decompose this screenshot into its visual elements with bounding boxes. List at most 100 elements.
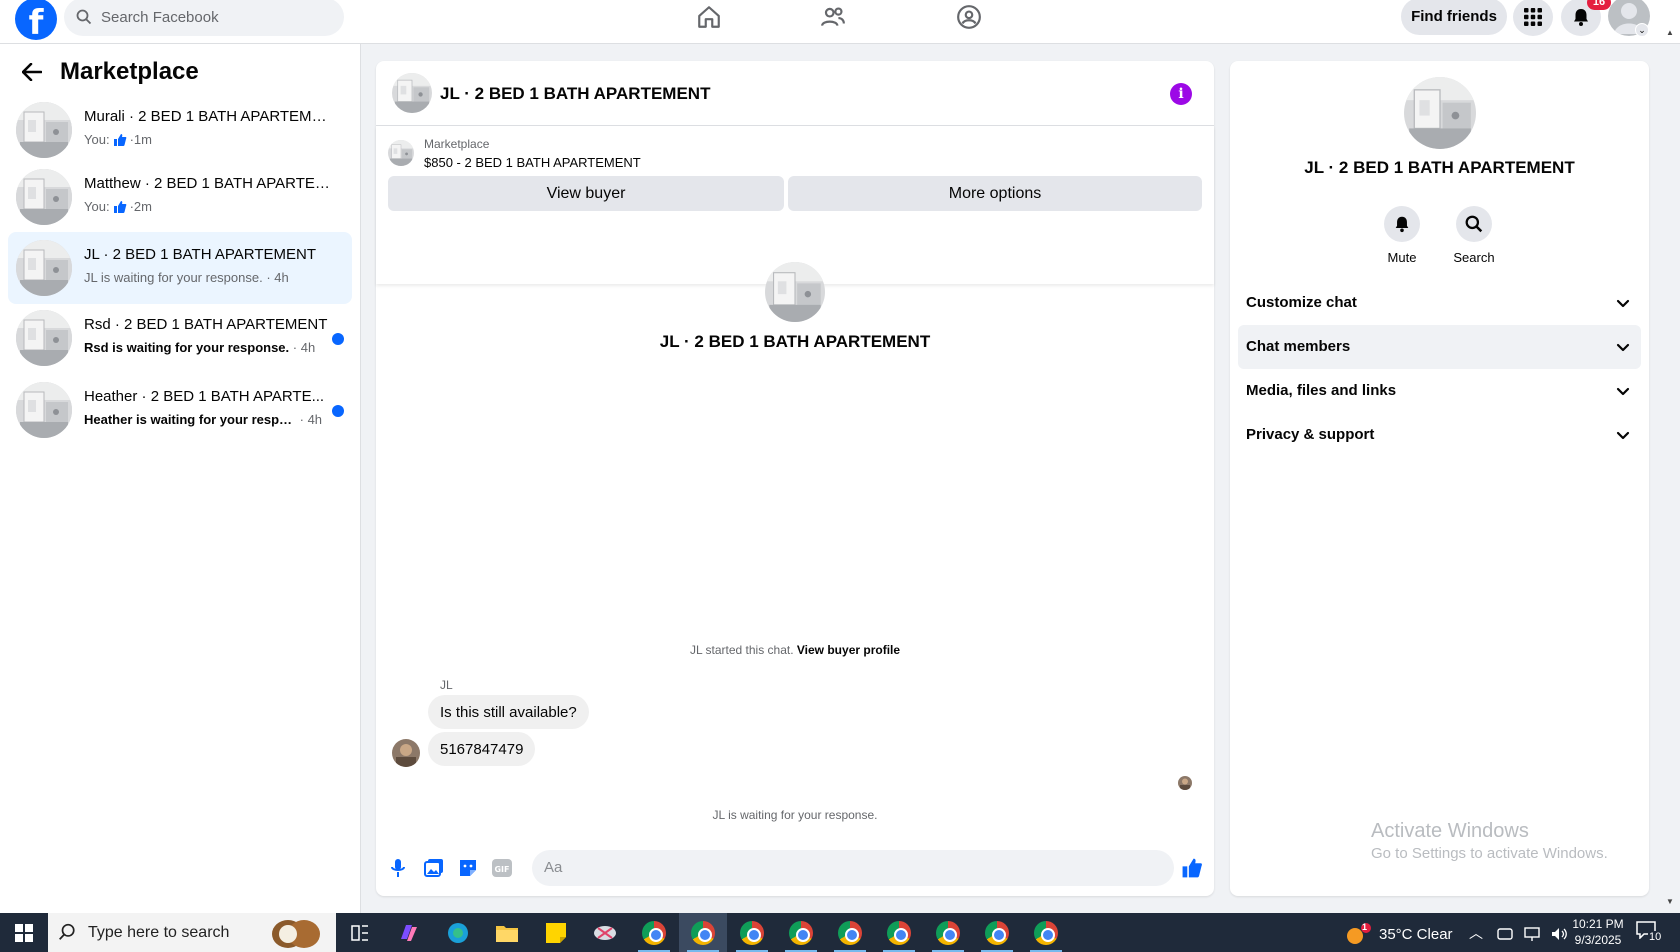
system-tray: ︿ — [1469, 923, 1569, 943]
chevron-down-icon — [1616, 387, 1630, 396]
search-label: Search — [1453, 250, 1495, 265]
marketplace-conversations-sidebar: Marketplace Murali · 2 BED 1 BATH APARTE… — [0, 44, 361, 913]
home-icon[interactable] — [692, 2, 726, 32]
search-facebook-box[interactable] — [64, 0, 344, 36]
scrollbar-up-arrow[interactable]: ▲ — [1666, 28, 1676, 38]
chevron-down-icon — [1616, 299, 1630, 308]
chrome-icon[interactable] — [728, 913, 776, 952]
more-options-button[interactable]: More options — [788, 176, 1202, 211]
sticker-icon[interactable] — [456, 856, 480, 880]
like-icon — [113, 133, 126, 146]
chat-members-section[interactable]: Chat members — [1238, 325, 1641, 369]
windows-taskbar: 1 35°C Clear ︿ 10:21 PM 9/3/2025 10 — [0, 913, 1680, 952]
search-in-chat-button[interactable]: Search — [1444, 206, 1504, 265]
weather-widget[interactable]: 1 35°C Clear — [1345, 922, 1453, 945]
task-view-icon[interactable] — [336, 913, 384, 952]
details-name: JL · 2 BED 1 BATH APARTEMENT — [1304, 158, 1575, 177]
conversation-title: Rsd · 2 BED 1 BATH APARTEMENT — [84, 316, 328, 333]
privacy-support-section[interactable]: Privacy & support — [1238, 413, 1641, 457]
section-label: Privacy & support — [1246, 426, 1375, 443]
chrome-icon[interactable] — [679, 913, 727, 952]
thumbs-up-send-icon[interactable] — [1180, 856, 1204, 880]
friends-icon[interactable] — [816, 2, 850, 32]
gif-icon[interactable]: GIF — [490, 856, 514, 880]
meet-now-icon[interactable] — [1497, 926, 1513, 942]
chat-title[interactable]: JL · 2 BED 1 BATH APARTEMENT — [440, 84, 710, 104]
chrome-icon[interactable] — [777, 913, 825, 952]
view-buyer-profile-link[interactable]: View buyer profile — [797, 643, 900, 657]
search-input[interactable] — [101, 8, 321, 26]
conversation-item-jl[interactable]: JL · 2 BED 1 BATH APARTEMENT JL is waiti… — [8, 232, 352, 304]
find-friends-button[interactable]: Find friends — [1401, 0, 1507, 35]
microphone-icon[interactable] — [386, 856, 410, 880]
weather-sun-icon — [1347, 923, 1371, 944]
conversation-item-rsd[interactable]: Rsd · 2 BED 1 BATH APARTEMENT Rsd is wai… — [8, 302, 352, 374]
conversation-preview: You: · 1m — [84, 132, 344, 147]
edge-icon[interactable] — [434, 913, 482, 952]
chat-started-text: JL started this chat. — [689, 643, 794, 657]
listing-thumbnail — [16, 169, 72, 225]
volume-icon[interactable] — [1551, 926, 1569, 942]
taskbar-search-box[interactable] — [48, 913, 336, 952]
message-input[interactable] — [544, 859, 1124, 876]
sticky-notes-icon[interactable] — [532, 913, 580, 952]
conversation-preview: You: · 2m — [84, 199, 344, 214]
action-center-icon[interactable]: 10 — [1636, 921, 1663, 945]
copilot-icon[interactable] — [385, 913, 433, 952]
conversation-item-murali[interactable]: Murali · 2 BED 1 BATH APARTEMENT You: · 1… — [8, 94, 352, 166]
media-files-links-section[interactable]: Media, files and links — [1238, 369, 1641, 413]
file-explorer-icon[interactable] — [483, 913, 531, 952]
watermark-title: Activate Windows — [1371, 820, 1529, 842]
network-icon[interactable] — [1523, 926, 1541, 942]
mute-button[interactable]: Mute — [1372, 206, 1432, 265]
sender-avatar[interactable] — [392, 739, 420, 767]
menu-grid-icon[interactable] — [1513, 0, 1553, 36]
chrome-icon[interactable] — [1022, 913, 1070, 952]
photo-icon[interactable] — [422, 856, 446, 880]
listing-thumbnail — [16, 310, 72, 366]
groups-icon[interactable] — [952, 2, 986, 32]
message-composer: GIF — [376, 844, 1318, 894]
chrome-logo — [1034, 920, 1058, 945]
facebook-logo[interactable]: f — [15, 0, 57, 40]
message-input-field[interactable] — [532, 850, 1318, 886]
chrome-icon[interactable] — [630, 913, 678, 952]
conversation-item-heather[interactable]: Heather · 2 BED 1 BATH APARTE... Heather… — [8, 374, 352, 446]
conversation-title: Matthew · 2 BED 1 BATH APARTEM... — [84, 175, 334, 192]
chat-header: JL · 2 BED 1 BATH APARTEMENT i — [376, 61, 1214, 126]
message-bubble[interactable]: Is this still available? — [428, 695, 589, 729]
chrome-icon[interactable] — [826, 913, 874, 952]
chat-avatar[interactable] — [392, 73, 432, 113]
like-icon — [113, 200, 126, 213]
back-arrow-icon[interactable] — [18, 58, 46, 86]
chrome-icon[interactable] — [875, 913, 923, 952]
view-buyer-button[interactable]: View buyer — [388, 176, 784, 211]
chrome-logo — [740, 920, 764, 945]
clock-date: 9/3/2025 — [1574, 933, 1622, 947]
seen-indicator-avatar — [1178, 776, 1192, 790]
message-bubble[interactable]: 5167847479 — [428, 732, 536, 766]
chrome-icon[interactable] — [973, 913, 1021, 952]
system-clock[interactable]: 10:21 PM 9/3/2025 — [1568, 916, 1628, 948]
customize-chat-section[interactable]: Customize chat — [1238, 281, 1641, 325]
chat-started-notice: JL started this chat. View buyer profile — [376, 643, 1214, 657]
watermark-subtitle: Go to Settings to activate Windows. — [1371, 845, 1608, 862]
chevron-up-icon[interactable]: ︿ — [1469, 925, 1483, 941]
chrome-icon[interactable] — [924, 913, 972, 952]
clock-time: 10:21 PM — [1572, 917, 1624, 931]
bell-icon — [1384, 206, 1420, 242]
details-avatar[interactable] — [1404, 77, 1476, 149]
conversation-prefix: You: — [84, 132, 110, 147]
conversation-item-matthew[interactable]: Matthew · 2 BED 1 BATH APARTEM... You: ·… — [8, 161, 352, 233]
taskbar-search-input[interactable] — [88, 923, 258, 942]
listing-price-title[interactable]: $850 - 2 BED 1 BATH APARTEMENT — [424, 155, 641, 170]
snipping-tool-icon[interactable] — [581, 913, 629, 952]
account-chevron-icon[interactable]: ⌄ — [1635, 23, 1649, 37]
waiting-notice: JL is waiting for your response. — [712, 808, 878, 822]
info-icon[interactable]: i — [1170, 83, 1192, 105]
mute-label: Mute — [1387, 250, 1417, 265]
chrome-logo — [838, 920, 862, 945]
message-sender-name: JL — [440, 678, 453, 692]
windows-start-icon[interactable] — [0, 913, 48, 952]
scrollbar-down-arrow[interactable]: ▼ — [1666, 897, 1676, 907]
